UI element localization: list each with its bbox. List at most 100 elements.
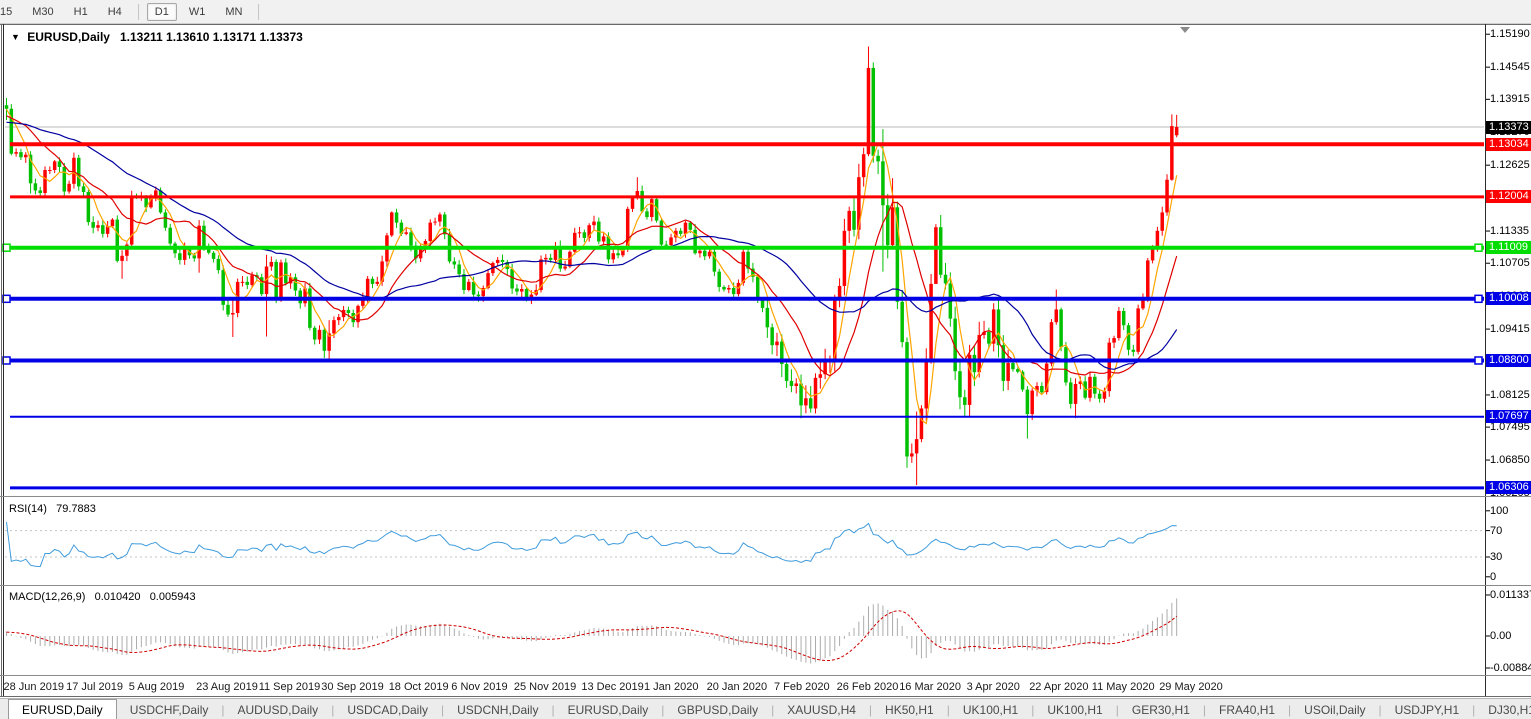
candle xyxy=(270,256,274,270)
macd-tick-label: -0.008848 xyxy=(1490,662,1531,674)
candle xyxy=(1141,293,1145,310)
chart-tab[interactable]: USDCNH,Daily xyxy=(444,699,551,719)
candle xyxy=(438,212,442,226)
chart-canvas[interactable] xyxy=(0,24,1531,697)
timeframe-toolbar: 15M30 H1H4 D1W1MN xyxy=(0,0,1531,24)
candle xyxy=(1127,323,1131,355)
candle xyxy=(260,274,264,296)
candle xyxy=(173,242,177,258)
macd-name: MACD(12,26,9) xyxy=(9,591,85,603)
candle xyxy=(920,405,924,442)
chart-tab[interactable]: EURUSD,Daily xyxy=(8,699,117,719)
mt4-window: 15M30 H1H4 D1W1MN ▼ EURUSD,Daily 1.13211 1… xyxy=(0,0,1531,719)
rsi-tick-label: 30 xyxy=(1490,551,1502,563)
candle xyxy=(38,187,42,197)
candle xyxy=(457,260,461,277)
candle xyxy=(506,260,510,275)
line-handle[interactable] xyxy=(3,295,10,302)
candle xyxy=(443,212,447,239)
macd-histogram xyxy=(6,598,1177,663)
candle xyxy=(231,300,235,337)
candle xyxy=(164,209,168,231)
chart-tab[interactable]: HK50,H1 xyxy=(872,699,947,719)
candle xyxy=(746,250,750,274)
candle xyxy=(14,148,18,156)
price-tick-label: 1.08125 xyxy=(1490,389,1530,401)
chart-tab[interactable]: DJ30,H1 xyxy=(1475,699,1531,719)
line-handle[interactable] xyxy=(1475,295,1482,302)
tick-direction-icon: ▼ xyxy=(11,32,20,42)
chart-tab[interactable]: FRA40,H1 xyxy=(1206,699,1288,719)
timeframe-button-mn[interactable]: MN xyxy=(217,3,250,21)
date-tick-label: 17 Jul 2019 xyxy=(66,681,123,693)
candle xyxy=(660,219,664,248)
candle xyxy=(693,224,697,255)
rsi-pane-label: RSI(14) 79.7883 xyxy=(9,503,96,515)
candle xyxy=(241,276,245,287)
candle xyxy=(414,241,418,263)
candle xyxy=(592,216,596,230)
candle xyxy=(318,325,322,344)
chart-shift-marker-icon[interactable] xyxy=(1180,27,1190,33)
candle xyxy=(650,197,654,222)
line-handle[interactable] xyxy=(1475,357,1482,364)
candle xyxy=(645,208,649,219)
candle xyxy=(34,179,38,195)
horizontal-line-object[interactable] xyxy=(3,357,1484,364)
candle xyxy=(703,248,707,260)
chart-tab[interactable]: EURUSD,Daily xyxy=(555,699,662,719)
chart-tab[interactable]: GER30,H1 xyxy=(1119,699,1203,719)
timeframe-button-w1[interactable]: W1 xyxy=(181,3,214,21)
price-tick-label: 1.15190 xyxy=(1490,28,1530,40)
candle xyxy=(520,284,524,297)
candle xyxy=(790,369,794,392)
horizontal-line-object[interactable] xyxy=(3,295,1484,302)
rsi-tick-label: 70 xyxy=(1490,525,1502,537)
line-handle[interactable] xyxy=(1475,244,1482,251)
candle xyxy=(120,250,124,279)
chart-tab[interactable]: USOil,Daily xyxy=(1291,699,1378,719)
date-tick-label: 5 Aug 2019 xyxy=(129,681,185,693)
macd-pane-label: MACD(12,26,9) 0.010420 0.005943 xyxy=(9,591,196,603)
hline-price-label: 1.13034 xyxy=(1486,138,1531,151)
chart-window[interactable]: ▼ EURUSD,Daily 1.13211 1.13610 1.13171 1… xyxy=(0,24,1531,697)
timeframe-button-m30[interactable]: M30 xyxy=(24,3,61,21)
chart-tab[interactable]: UK100,H1 xyxy=(950,699,1031,719)
rsi-tick-label: 100 xyxy=(1490,505,1508,517)
candle xyxy=(934,224,938,284)
candle xyxy=(467,279,471,291)
candle xyxy=(323,327,327,358)
candle xyxy=(1074,378,1078,418)
line-handle[interactable] xyxy=(3,357,10,364)
chart-tab[interactable]: XAUUSD,H4 xyxy=(774,699,869,719)
chart-tab-bar: EURUSD,DailyUSDCHF,Daily|AUDUSD,Daily|US… xyxy=(0,698,1531,719)
macd-signal-line xyxy=(7,611,1177,661)
chart-tab[interactable]: USDCHF,Daily xyxy=(117,699,222,719)
candle xyxy=(385,233,389,267)
chart-tab[interactable]: USDJPY,H1 xyxy=(1382,699,1472,719)
candle xyxy=(1175,115,1179,137)
candle xyxy=(327,320,331,361)
candle xyxy=(843,219,847,295)
candle xyxy=(1026,386,1030,439)
candle xyxy=(1132,345,1136,357)
candle xyxy=(669,234,673,247)
timeframe-button-15[interactable]: 15 xyxy=(0,3,20,21)
candle xyxy=(294,274,298,296)
candle xyxy=(371,276,375,288)
candle xyxy=(87,190,91,226)
candle xyxy=(1160,207,1164,236)
timeframe-button-h4[interactable]: H4 xyxy=(100,3,130,21)
chart-tab[interactable]: GBPUSD,Daily xyxy=(664,699,771,719)
chart-tab[interactable]: AUDUSD,Daily xyxy=(225,699,332,719)
line-handle[interactable] xyxy=(3,244,10,251)
macd-main-value: 0.010420 xyxy=(95,591,141,603)
candle xyxy=(462,269,466,294)
timeframe-button-h1[interactable]: H1 xyxy=(66,3,96,21)
price-tick-label: 1.10705 xyxy=(1490,257,1530,269)
price-tick-label: 1.12625 xyxy=(1490,159,1530,171)
macd-signal-value: 0.005943 xyxy=(150,591,196,603)
chart-tab[interactable]: USDCAD,Daily xyxy=(334,699,441,719)
timeframe-button-d1[interactable]: D1 xyxy=(147,3,177,21)
chart-tab[interactable]: UK100,H1 xyxy=(1034,699,1115,719)
